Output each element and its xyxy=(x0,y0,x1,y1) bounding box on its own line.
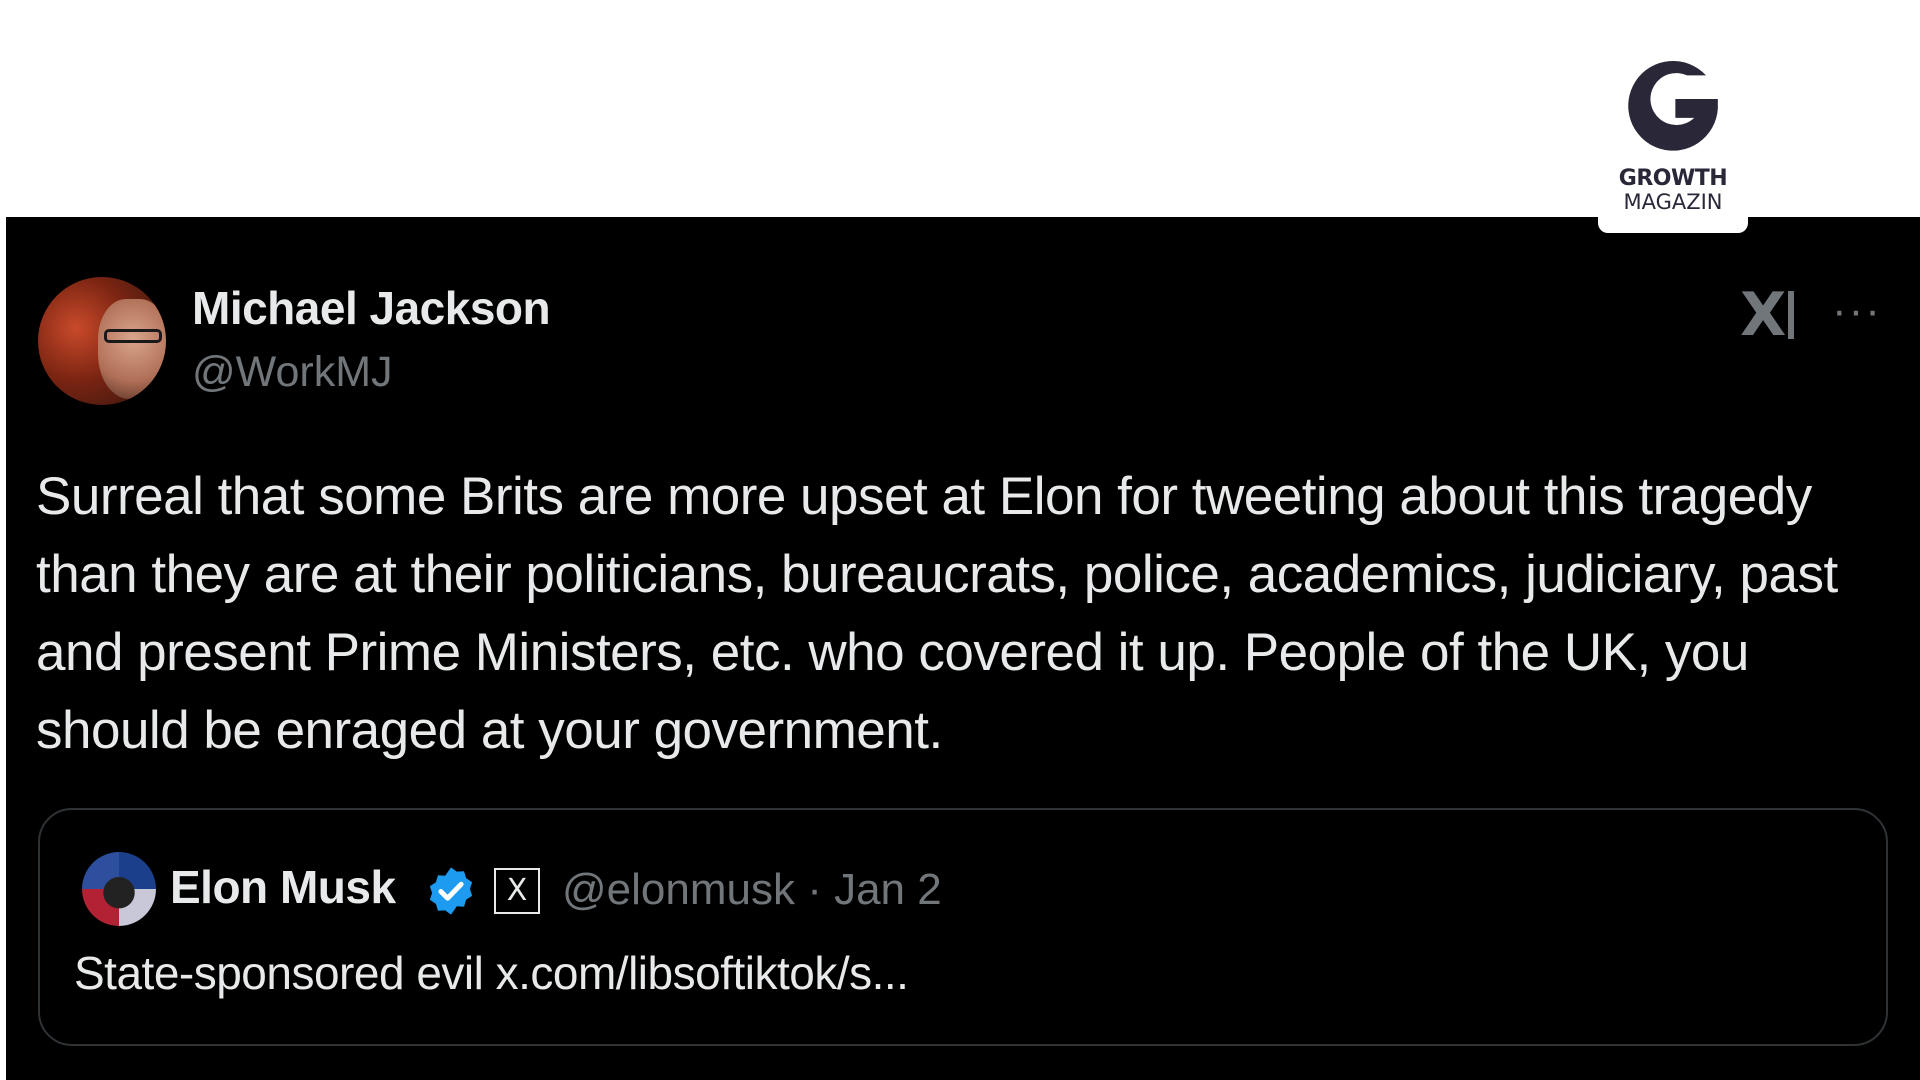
author-handle[interactable]: @WorkMJ xyxy=(192,348,393,397)
brand-word-growth: GROWTH xyxy=(1618,166,1728,191)
quoted-handle-date[interactable]: @elonmusk · Jan 2 xyxy=(562,865,942,915)
quoted-author-avatar[interactable] xyxy=(82,852,156,926)
quoted-author-name[interactable]: Elon Musk xyxy=(170,860,396,914)
x-affiliate-icon: X xyxy=(494,868,540,914)
x-logo-glyph: X xyxy=(1740,280,1786,350)
author-avatar[interactable] xyxy=(38,277,166,405)
tweet-text: Surreal that some Brits are more upset a… xyxy=(36,467,1838,760)
verified-badge-icon xyxy=(429,867,473,915)
x-logo-icon[interactable]: X xyxy=(1740,280,1795,350)
more-options-icon[interactable]: ··· xyxy=(1832,286,1882,336)
brand-word-magazin: MAGAZIN xyxy=(1623,190,1723,214)
avatar-glasses xyxy=(104,329,162,343)
quoted-tweet-card[interactable]: Elon Musk X @elonmusk · Jan 2 State-spon… xyxy=(38,808,1888,1046)
avatar-face xyxy=(98,299,166,399)
g-logo-icon xyxy=(1628,60,1718,151)
brand-logo: GROWTH MAGAZIN xyxy=(1598,30,1748,233)
quoted-tweet-text: State-sponsored evil x.com/libsoftiktok/… xyxy=(74,947,909,999)
author-name[interactable]: Michael Jackson xyxy=(192,281,551,335)
